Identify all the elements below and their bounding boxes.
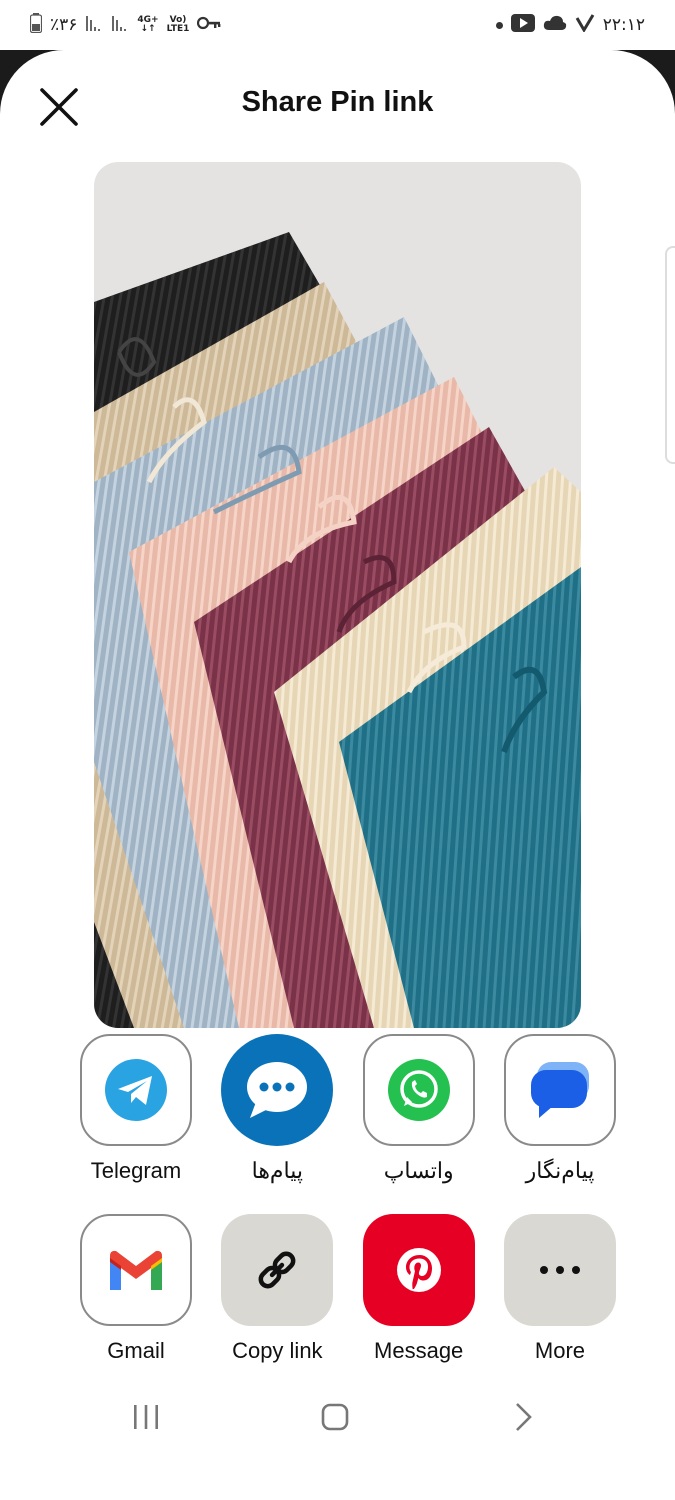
copy-link-tile[interactable] [221, 1214, 334, 1326]
more-tile[interactable] [503, 1214, 616, 1326]
telegram-tile[interactable] [80, 1034, 192, 1146]
pinterest-message-tile[interactable] [362, 1214, 475, 1326]
share-label-more: More [534, 1338, 586, 1363]
home-button[interactable] [310, 1392, 360, 1442]
volte-bottom: LTE1 [166, 24, 190, 34]
gmail-tile[interactable] [80, 1214, 192, 1326]
share-target-google-messages[interactable]: پیام‌نگار [503, 1034, 616, 1184]
network-type: 4G+ ↓↑ [137, 16, 158, 34]
youtube-icon [510, 13, 535, 37]
more-icon [539, 1266, 580, 1274]
telegram-icon [105, 1059, 167, 1121]
recents-button[interactable] [121, 1392, 171, 1442]
share-target-messages[interactable]: پیام‌ها [221, 1034, 334, 1184]
share-target-more[interactable]: More [503, 1214, 616, 1364]
recents-icon [134, 1405, 158, 1429]
cloud-icon [543, 15, 567, 36]
google-messages-tile[interactable] [503, 1034, 616, 1146]
side-handle[interactable] [665, 246, 675, 464]
share-target-copy-link[interactable]: Copy link [221, 1214, 334, 1364]
sheet-title: Share Pin link [241, 86, 434, 118]
share-label-whatsapp: واتساپ [383, 1158, 454, 1183]
pin-image [94, 162, 581, 1028]
notification-dot-icon [495, 21, 503, 29]
check-mark-icon [575, 13, 595, 37]
status-bar: ٪۳۶ 4G+ ↓↑ Vo) LTE1 ۲۲:۱۲ [0, 0, 675, 50]
volte-indicator: Vo) LTE1 [167, 16, 190, 34]
status-left: ٪۳۶ 4G+ ↓↑ Vo) LTE1 [29, 12, 221, 38]
signal-icon-2 [111, 14, 129, 37]
chevron-right-icon [516, 1403, 532, 1431]
battery-percent: ٪۳۶ [50, 15, 78, 35]
share-label-google-messages: پیام‌نگار [525, 1158, 595, 1183]
back-button[interactable] [498, 1392, 548, 1442]
whatsapp-icon [387, 1059, 450, 1121]
google-messages-icon [530, 1062, 589, 1118]
share-label-message: Message [374, 1338, 464, 1363]
pinterest-icon [396, 1248, 441, 1292]
network-type-bottom: ↓↑ [140, 24, 156, 34]
share-label-copy-link: Copy link [232, 1338, 323, 1363]
share-label-gmail: Gmail [107, 1338, 165, 1363]
share-target-pinterest-message[interactable]: Message [362, 1214, 475, 1364]
navigation-bar [0, 1380, 675, 1450]
status-right: ۲۲:۱۲ [495, 12, 645, 38]
screen: ٪۳۶ 4G+ ↓↑ Vo) LTE1 ۲۲:۱۲ Share Pin link… [0, 0, 675, 1500]
share-row-1: Telegram پیام‌ها [80, 1034, 616, 1184]
share-label-messages: پیام‌ها [251, 1158, 304, 1183]
signal-icon-1 [85, 14, 103, 37]
battery-icon [29, 12, 43, 38]
share-row-2: Gmail Copy link Message More [80, 1214, 616, 1364]
share-target-telegram[interactable]: Telegram [80, 1034, 192, 1184]
share-target-whatsapp[interactable]: واتساپ [362, 1034, 475, 1184]
vpn-key-icon [197, 15, 221, 35]
home-icon [321, 1403, 349, 1431]
gmail-icon [110, 1250, 162, 1290]
share-target-gmail[interactable]: Gmail [80, 1214, 192, 1364]
whatsapp-tile[interactable] [362, 1034, 475, 1146]
messages-icon [247, 1062, 308, 1118]
clock-time: ۲۲:۱۲ [602, 15, 645, 35]
link-icon [258, 1251, 296, 1289]
messages-tile[interactable] [221, 1034, 334, 1146]
share-label-telegram: Telegram [90, 1158, 182, 1183]
